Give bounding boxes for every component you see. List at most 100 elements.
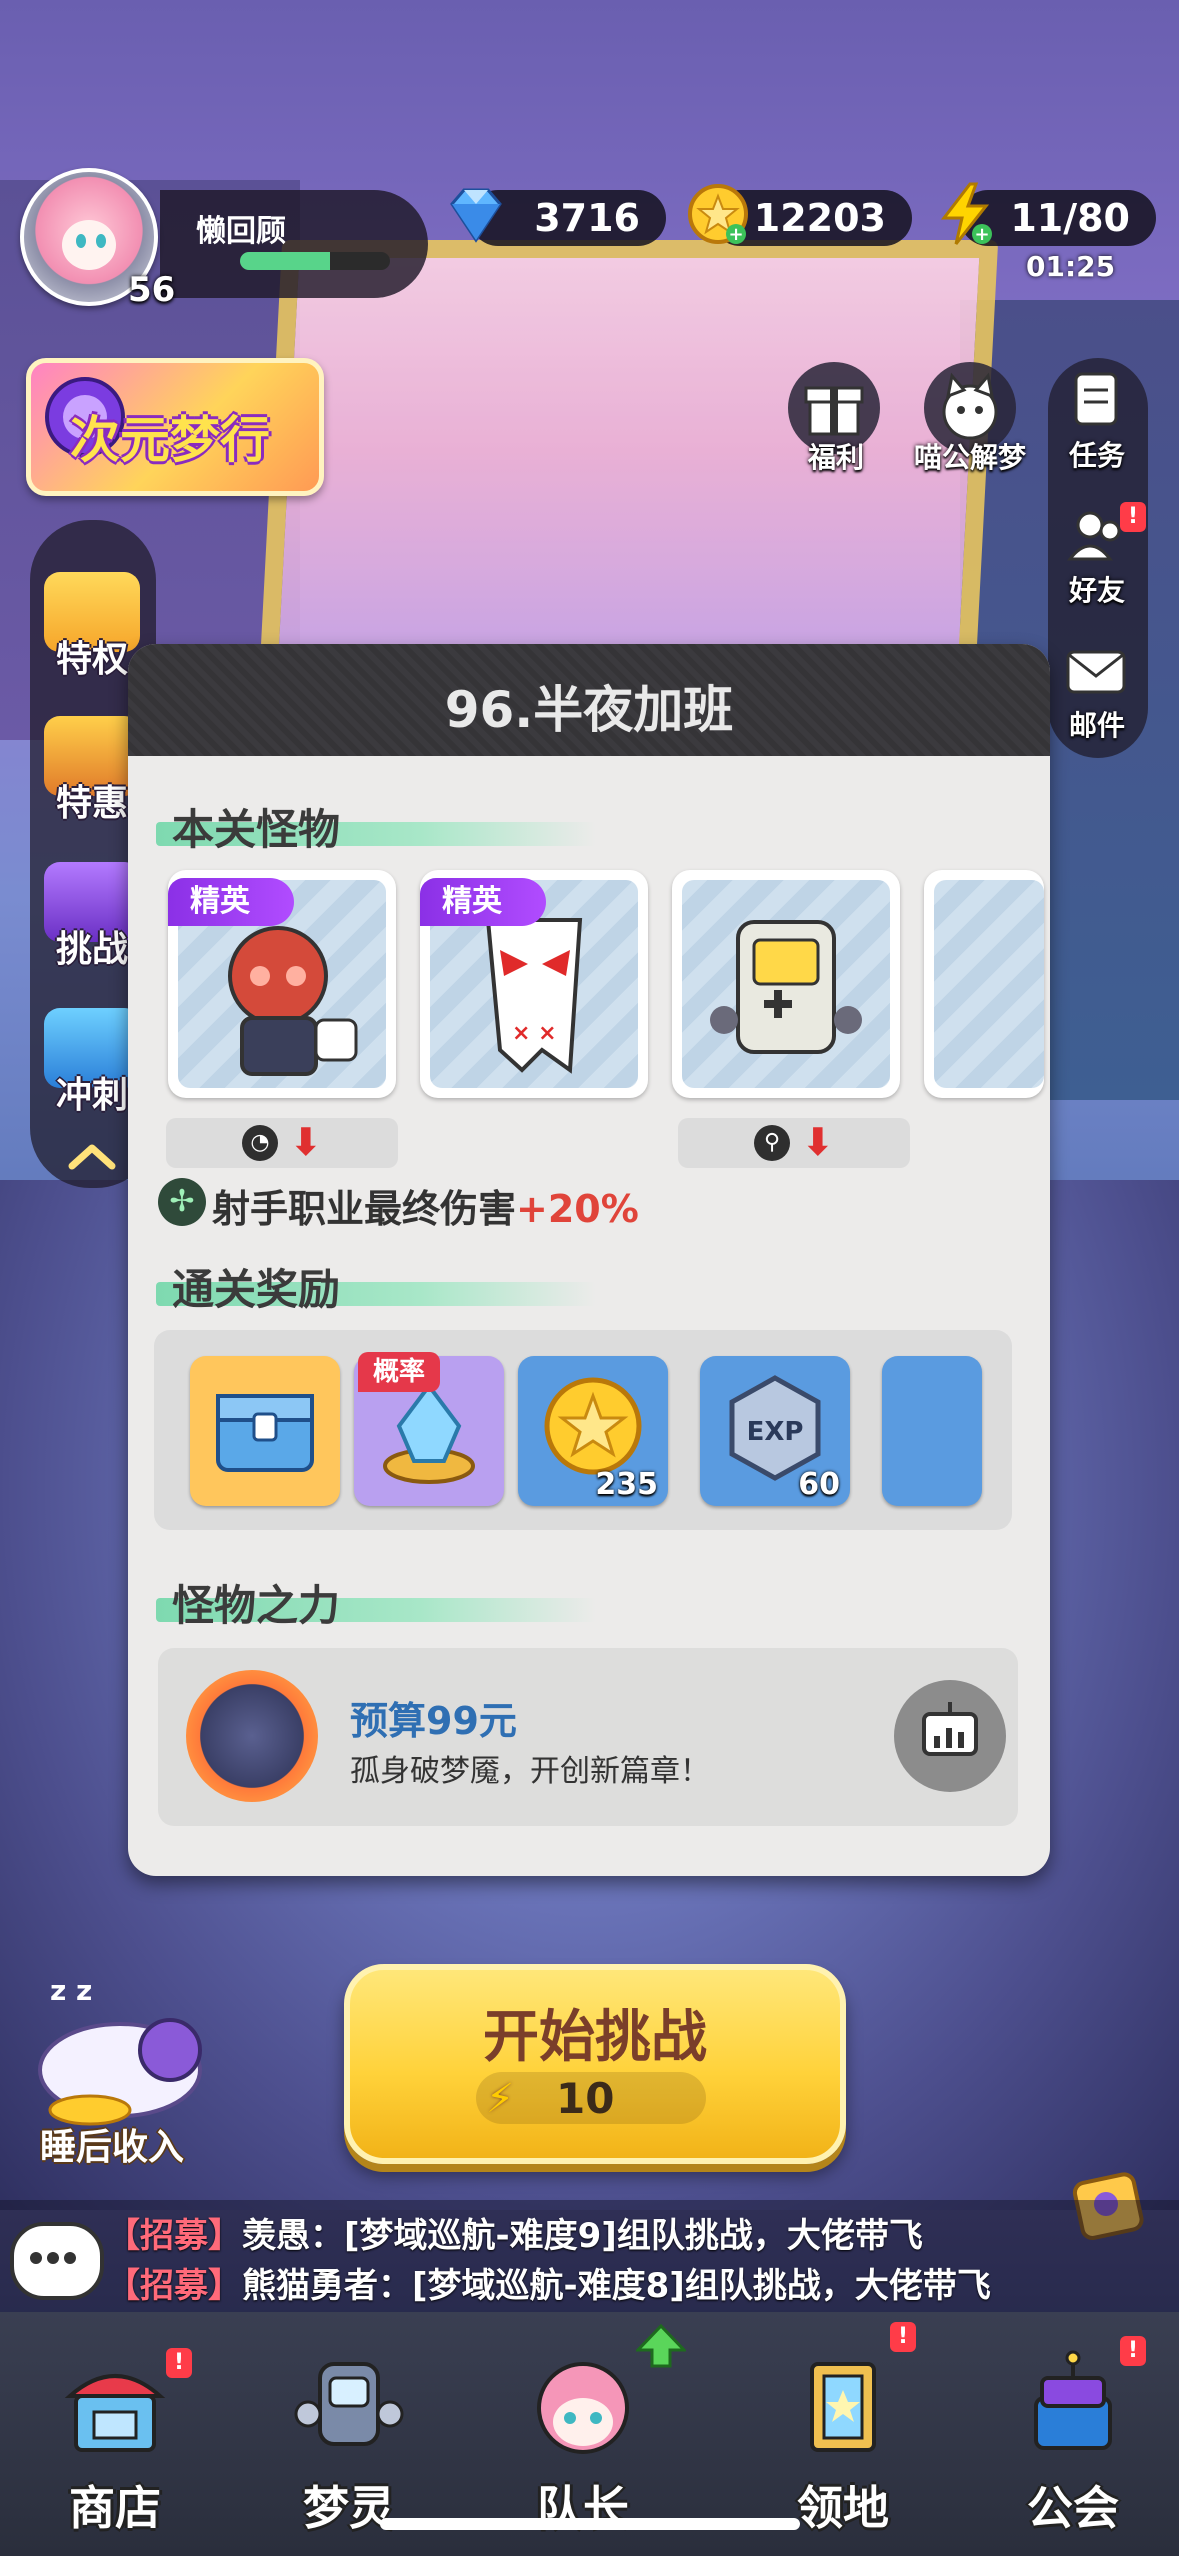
start-challenge-button[interactable]: 开始挑战 ⚡ 10	[344, 1964, 846, 2164]
reward-item[interactable]	[190, 1356, 340, 1506]
stats-button[interactable]	[894, 1680, 1006, 1792]
stage-dialog: 96.半夜加班 本关怪物 精英 × × 精英 ◔ ⬇ ⚲ ⬇ ✢ 射手职业最终伤…	[128, 644, 1050, 1876]
sleeping-sheep-icon[interactable]: z z	[20, 1960, 220, 2130]
chat-tag: 【招募】	[106, 2216, 242, 2256]
chat-bubble-icon[interactable]	[10, 2222, 104, 2300]
upgrade-arrow-icon	[636, 2324, 686, 2368]
diamond-value: 3716	[534, 196, 640, 240]
start-challenge-label: 开始挑战	[483, 2005, 707, 2070]
stage-title: 96.半夜加班	[444, 681, 734, 739]
chat-message[interactable]: 【招募】羡愚：[梦域巡航-难度9]组队挑战，大佬带飞	[106, 2208, 923, 2257]
rewards-section-header: 通关奖励	[156, 1256, 636, 1314]
avatar-face	[62, 220, 116, 270]
stage-bonus: 射手职业最终伤害+20%	[212, 1178, 639, 1233]
chat-message[interactable]: 【招募】熊猫勇者：[梦域巡航-难度8]组队挑战，大佬带飞	[106, 2258, 991, 2307]
shop-icon	[64, 2374, 166, 2452]
chat-text: 羡愚：[梦域巡航-难度9]组队挑战，大佬带飞	[242, 2216, 923, 2256]
event-title: 次元梦行	[70, 411, 270, 469]
monster-power-header-text: 怪物之力	[172, 1581, 341, 1630]
monster-power-description: 孤身破梦魇，开创新篇章！	[350, 1754, 710, 1789]
svg-text:+: +	[728, 224, 743, 245]
chat-tag: 【招募】	[106, 2266, 242, 2306]
stamina-value: 11/80	[1010, 196, 1130, 240]
monsters-header-text: 本关怪物	[172, 805, 341, 854]
timer-icon: ◔	[242, 1125, 278, 1161]
nav-guild-label: 公会	[1027, 2481, 1119, 2535]
home-indicator	[380, 2518, 800, 2530]
reward-item-partial[interactable]	[882, 1356, 982, 1506]
player-name: 懒回顾	[196, 214, 286, 249]
nav-guild-badge: !	[1120, 2336, 1146, 2366]
probability-tag: 概率	[358, 1352, 440, 1392]
collapse-chevron-icon[interactable]	[64, 1138, 120, 1174]
nav-spirit[interactable]: 梦灵	[244, 2330, 444, 2540]
chat-text: 熊猫勇者：[梦域巡航-难度8]组队挑战，大佬带飞	[242, 2266, 991, 2306]
friends-badge: !	[1120, 502, 1146, 532]
nav-shop-badge: !	[166, 2348, 192, 2378]
svg-text:+: +	[974, 224, 989, 245]
task-button[interactable]: 任务	[1052, 370, 1142, 472]
avatar-eye	[76, 234, 86, 248]
ellipsis-icon	[30, 2252, 76, 2264]
reward-count: 60	[798, 1467, 840, 1502]
chest-icon	[216, 1394, 314, 1472]
exp-bar	[240, 252, 390, 270]
lightning-icon: ⚡	[486, 2076, 515, 2122]
monster-portrait	[682, 880, 890, 1088]
monster-power-emblem-icon	[186, 1670, 318, 1802]
coin-icon: +	[688, 184, 748, 245]
chart-board-icon	[922, 1702, 978, 1756]
monster-power-section-header: 怪物之力	[156, 1572, 636, 1630]
player-level: 56	[128, 270, 176, 310]
task-icon	[1074, 372, 1118, 426]
monster-card[interactable]: × × 精英	[420, 870, 648, 1098]
stamina-cost: ⚡ 10	[476, 2072, 706, 2124]
monsters-section-header: 本关怪物	[156, 796, 636, 854]
monster-power-title: 预算99元	[350, 1699, 517, 1743]
svg-text:z z: z z	[50, 1974, 92, 2007]
nav-shop-label: 商店	[69, 2481, 161, 2535]
friends-label: 好友	[1068, 574, 1125, 607]
monster-card[interactable]	[672, 870, 900, 1098]
lightning-icon: +	[940, 182, 992, 245]
archer-icon: ✢	[158, 1178, 206, 1226]
mail-button[interactable]: 邮件	[1052, 640, 1142, 742]
coin-value: 12203	[753, 196, 886, 240]
bonus-value: +20%	[516, 1187, 639, 1231]
svg-text:EXP: EXP	[747, 1417, 804, 1447]
captain-icon	[537, 2362, 629, 2454]
diamond-icon	[450, 188, 502, 243]
monster-weakness: ⚲ ⬇	[678, 1118, 910, 1168]
reward-item[interactable]: 235	[518, 1356, 668, 1506]
rewards-header-text: 通关奖励	[172, 1265, 341, 1314]
down-arrow-icon: ⬇	[290, 1120, 322, 1164]
avatar-eye	[96, 234, 106, 248]
nav-territory-badge: !	[890, 2322, 916, 2352]
mail-icon	[1066, 650, 1126, 694]
reward-count: 235	[595, 1467, 658, 1502]
nav-territory[interactable]: 领地	[738, 2330, 938, 2540]
stamina-cost-value: 10	[556, 2074, 615, 2123]
reward-item[interactable]: 概率	[354, 1352, 504, 1506]
guild-icon	[1034, 2350, 1112, 2450]
down-arrow-icon: ⬇	[802, 1120, 834, 1164]
gameboy-monster-icon	[710, 920, 862, 1054]
wand-icon: ⚲	[754, 1125, 790, 1161]
territory-icon	[810, 2362, 876, 2452]
sleep-income-label: 睡后收入	[40, 2127, 185, 2168]
monster-card[interactable]: 精英	[168, 870, 396, 1098]
reward-item[interactable]: EXP 60	[700, 1356, 850, 1506]
monster-card-partial[interactable]	[924, 870, 1044, 1098]
spirit-icon	[294, 2362, 404, 2446]
task-label: 任务	[1068, 439, 1125, 472]
svg-text:× ×: × ×	[512, 1021, 557, 1046]
exp-bar-fill	[240, 252, 330, 270]
elite-tag: 精英	[168, 878, 294, 926]
bonus-label: 射手职业最终伤害	[212, 1187, 517, 1231]
rewards-panel: 概率 235 EXP 60	[154, 1330, 1012, 1530]
monster-portrait	[934, 880, 1044, 1088]
monster-power-panel: 预算99元 孤身破梦魇，开创新篇章！	[158, 1648, 1018, 1826]
monster-weakness: ◔ ⬇	[166, 1118, 398, 1168]
elite-tag: 精英	[420, 878, 546, 926]
stamina-timer: 01:25	[1026, 250, 1116, 283]
